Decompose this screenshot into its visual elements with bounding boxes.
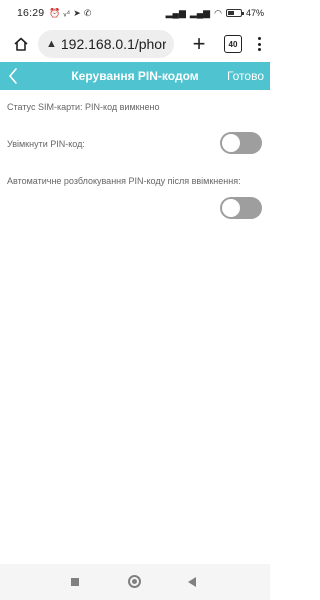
address-bar[interactable]: ▲ 192.168.0.1/phor <box>38 30 174 58</box>
home-button[interactable] <box>8 31 34 57</box>
menu-dot-icon <box>257 48 261 51</box>
system-indicators: ▂▄▆ ▂▄▆ ◠ 47% <box>166 8 264 19</box>
not-secure-icon[interactable]: ▲ <box>46 38 57 50</box>
tab-switcher-button[interactable]: 40 <box>224 35 242 53</box>
signal-notify-icon: ᵥ⁴ <box>63 8 71 18</box>
toggle-knob <box>222 134 240 152</box>
enable-pin-label: Увімкнути PIN-код: <box>7 139 85 149</box>
battery-percent: 47% <box>245 8 264 18</box>
status-time: 16:29 <box>17 7 45 19</box>
auto-unlock-label: Автоматичне розблокування PIN-коду після… <box>7 176 241 186</box>
sim-status-text: Статус SIM-карти: PIN-код вимкнено <box>7 102 160 112</box>
alarm-icon: ⏰ <box>49 7 61 18</box>
telegram-icon: ➤ <box>73 7 81 18</box>
chevron-left-icon <box>9 68 17 84</box>
browser-menu-button[interactable] <box>254 37 264 51</box>
system-nav-bar <box>0 564 270 600</box>
auto-unlock-toggle[interactable] <box>220 197 262 219</box>
enable-pin-toggle[interactable] <box>220 132 262 154</box>
menu-dot-icon <box>257 42 261 46</box>
home-nav-button[interactable] <box>128 575 141 588</box>
cell-signal-2-icon: ▂▄▆ <box>189 7 211 18</box>
viber-icon: ✆ <box>83 7 92 18</box>
browser-toolbar: ▲ 192.168.0.1/phor + 40 <box>0 26 270 62</box>
cell-signal-icon: ▂▄▆ <box>165 7 186 18</box>
system-status-bar: 16:29 ⏰ ᵥ⁴ ➤ ✆ ▂▄▆ ▂▄▆ ◠ 47% <box>0 0 270 26</box>
battery-icon <box>225 9 244 17</box>
recents-button[interactable] <box>71 578 79 586</box>
notification-icons: ⏰ ᵥ⁴ ➤ ✆ <box>49 8 91 19</box>
home-icon <box>14 37 28 51</box>
wifi-icon: ◠ <box>214 7 222 18</box>
toggle-knob <box>222 199 240 217</box>
menu-dot-icon <box>257 37 261 40</box>
page-header: Керування PIN-кодом Готово <box>0 62 270 90</box>
new-tab-button[interactable]: + <box>188 33 210 55</box>
back-button[interactable] <box>2 62 24 90</box>
done-button[interactable]: Готово <box>227 62 264 90</box>
url-text[interactable]: 192.168.0.1/phor <box>61 36 166 52</box>
back-nav-button[interactable] <box>188 577 196 587</box>
